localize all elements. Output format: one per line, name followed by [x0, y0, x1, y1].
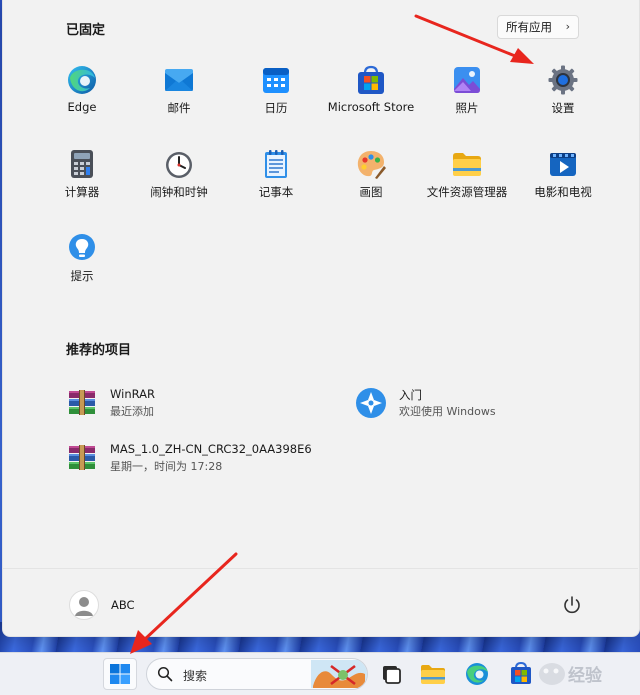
movies-icon: [550, 153, 576, 176]
windows-icon: [110, 664, 130, 684]
pinned-app-notepad[interactable]: 记事本: [228, 148, 324, 218]
task-view-button[interactable]: [374, 658, 408, 690]
pinned-app-photos[interactable]: 照片: [419, 64, 515, 134]
pinned-app-clock[interactable]: 闹钟和时钟: [131, 148, 227, 218]
tips-icon: [69, 234, 95, 260]
start-button[interactable]: [103, 658, 137, 690]
notepad-icon: [265, 150, 287, 178]
mail-icon: [165, 69, 193, 91]
taskbar-search[interactable]: 搜索: [146, 658, 368, 690]
user-name: ABC: [111, 598, 135, 612]
pinned-app-settings[interactable]: 设置: [515, 64, 611, 134]
edge-icon: [466, 663, 488, 685]
app-label: 照片: [455, 101, 479, 115]
taskbar-edge[interactable]: [460, 658, 494, 690]
app-label: 文件资源管理器: [426, 185, 508, 199]
app-label: Edge: [67, 100, 97, 114]
photos-icon: [454, 67, 480, 93]
pinned-app-calendar[interactable]: 日历: [228, 64, 324, 134]
app-label: 邮件: [167, 101, 191, 115]
item-subtitle: 星期一，时间为 17:28: [110, 460, 223, 473]
footer-divider: [2, 568, 638, 569]
all-apps-label: 所有应用: [506, 20, 552, 34]
power-icon: [564, 596, 580, 614]
winrar-icon: [69, 390, 95, 415]
store-icon: [358, 65, 384, 94]
calculator-icon: [71, 150, 93, 178]
baidu-jingyan-watermark: 经验: [539, 663, 603, 686]
get-started-icon: [356, 388, 386, 418]
taskbar-file-explorer[interactable]: [416, 658, 450, 690]
item-subtitle: 欢迎使用 Windows: [399, 405, 496, 418]
item-subtitle: 最近添加: [110, 405, 154, 418]
pinned-app-tips[interactable]: 提示: [34, 232, 130, 302]
folder-icon: [421, 665, 445, 684]
task-view-icon: [383, 666, 401, 684]
pinned-app-mail[interactable]: 邮件: [131, 64, 227, 134]
pinned-app-calculator[interactable]: 计算器: [34, 148, 130, 218]
app-label: 画图: [359, 185, 383, 199]
item-name: 入门: [399, 388, 422, 402]
search-icon: [157, 666, 173, 682]
start-menu: 已固定 所有应用 › Edge 邮件 日历 Microsoft Store 照片…: [2, 0, 640, 637]
folder-icon: [453, 153, 481, 176]
recommended-title: 推荐的项目: [66, 343, 132, 358]
avatar: [69, 590, 99, 620]
recommended-item-archive[interactable]: MAS_1.0_ZH-CN_CRC32_0AA398E6 星期一，时间为 17:…: [66, 440, 346, 480]
item-name: MAS_1.0_ZH-CN_CRC32_0AA398E6: [110, 442, 312, 456]
svg-text:经验: 经验: [568, 665, 603, 686]
user-icon: [75, 597, 93, 616]
app-label: 闹钟和时钟: [150, 185, 208, 199]
recommended-item-winrar[interactable]: WinRAR 最近添加: [66, 385, 326, 425]
clock-icon: [166, 152, 192, 178]
app-label: 记事本: [258, 185, 294, 199]
edge-icon: [68, 66, 96, 94]
pinned-app-paint[interactable]: 画图: [323, 148, 419, 218]
search-placeholder: 搜索: [183, 669, 208, 683]
settings-icon: [548, 65, 578, 95]
paint-icon: [357, 151, 386, 179]
calendar-icon: [263, 68, 289, 93]
pinned-app-edge[interactable]: Edge: [34, 64, 130, 134]
pinned-title: 已固定: [66, 23, 106, 38]
recommended-item-get-started[interactable]: 入门 欢迎使用 Windows: [355, 385, 615, 425]
app-label: 日历: [264, 101, 288, 115]
app-label: 电影和电视: [534, 185, 592, 199]
pinned-app-file-explorer[interactable]: 文件资源管理器: [419, 148, 515, 218]
all-apps-button[interactable]: 所有应用 ›: [497, 15, 579, 39]
pinned-app-movies-tv[interactable]: 电影和电视: [515, 148, 611, 218]
app-label: 计算器: [64, 185, 100, 199]
search-highlight-icon: [311, 660, 367, 688]
winrar-archive-icon: [69, 445, 95, 470]
app-label: 设置: [551, 101, 575, 115]
pinned-app-store[interactable]: Microsoft Store: [323, 64, 419, 134]
power-button[interactable]: [559, 592, 585, 618]
app-label: 提示: [70, 269, 94, 283]
item-name: WinRAR: [110, 387, 155, 401]
chevron-right-icon: ›: [565, 20, 570, 33]
app-label: Microsoft Store: [327, 100, 415, 114]
